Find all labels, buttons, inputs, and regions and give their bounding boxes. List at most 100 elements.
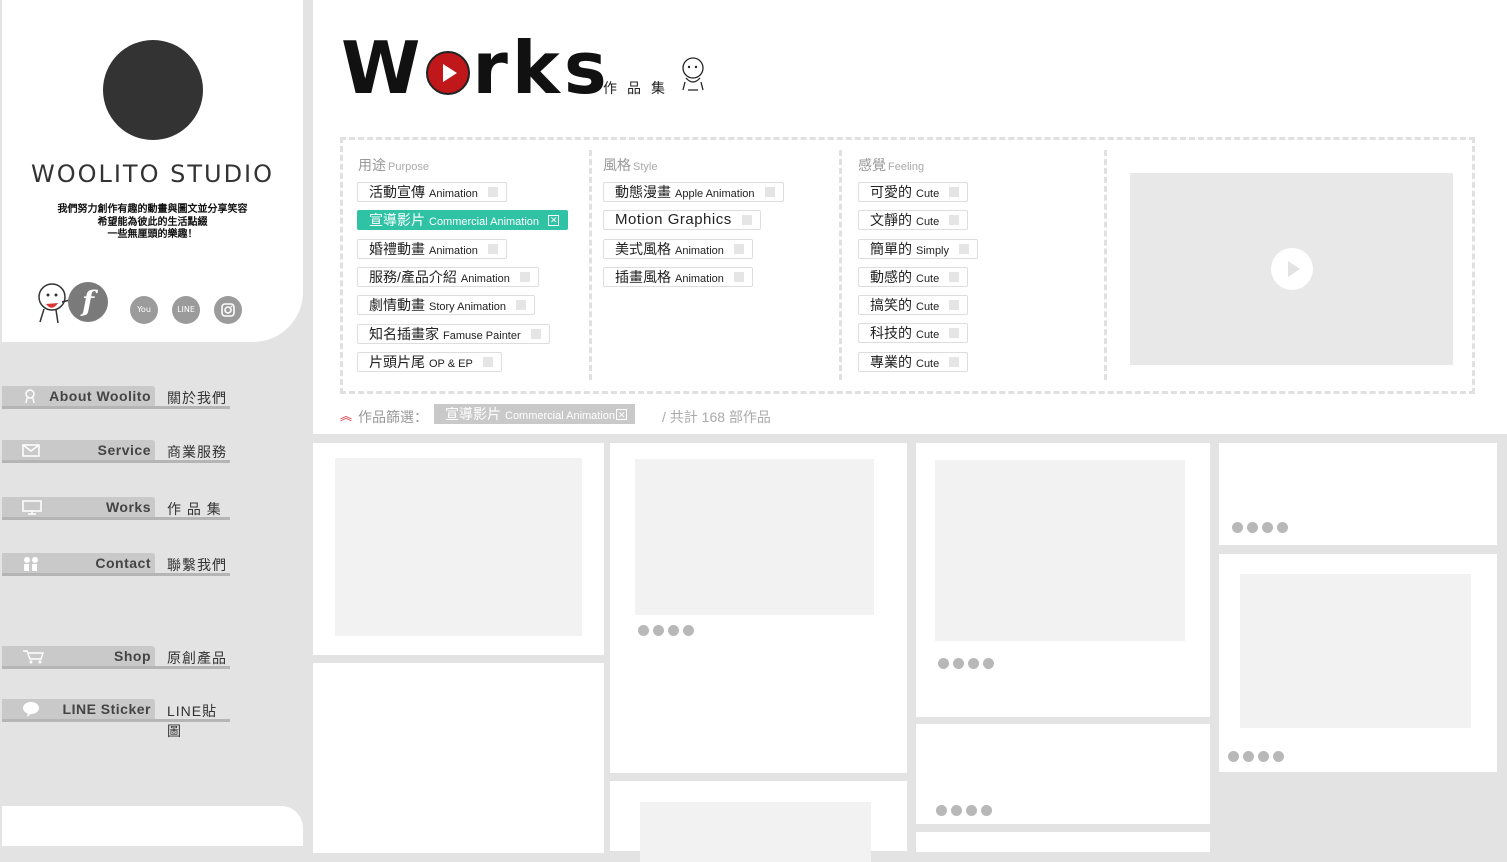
filter-chip[interactable]: 簡單的 Simply [858, 239, 979, 259]
work-card[interactable] [610, 781, 907, 862]
chip-label-zh: 專業的 [870, 354, 912, 370]
checkbox[interactable] [733, 272, 744, 282]
youtube-icon[interactable]: You Tube [130, 296, 158, 342]
loading-dot [1247, 522, 1258, 533]
remove-icon[interactable] [548, 211, 560, 229]
checkbox[interactable] [949, 187, 960, 197]
chip-label-zh: 婚禮動畫 [369, 241, 425, 257]
filter-chip[interactable]: 文靜的 Cute [858, 210, 969, 230]
divider [589, 150, 592, 380]
chip-label-en: Animation [429, 245, 478, 257]
filter-chip[interactable]: 搞笑的 Cute [858, 295, 969, 315]
chip-label-zh: 服務/產品介紹 [369, 269, 457, 285]
checkbox[interactable] [764, 187, 775, 197]
nav-underline [2, 666, 230, 669]
remove-icon[interactable] [616, 405, 628, 425]
filter-chip[interactable]: 動態漫畫 Apple Animation [603, 182, 784, 202]
loading-dot [668, 625, 679, 636]
nav-line-sticker[interactable]: LINE Sticker LINE貼圖 [2, 699, 232, 739]
instagram-icon[interactable] [214, 296, 242, 324]
checkbox[interactable] [741, 215, 752, 225]
work-card[interactable] [1219, 443, 1497, 545]
work-card[interactable] [610, 443, 907, 773]
filter-chip[interactable]: 劇情動畫 Story Animation [357, 295, 536, 315]
filter-chip[interactable]: 專業的 Cute [858, 352, 969, 372]
page-title-zh: 作品集 [603, 80, 675, 96]
chip-label-zh: 劇情動畫 [369, 297, 425, 313]
nav-label-zh: 原創產品 [167, 650, 227, 666]
work-card[interactable] [916, 443, 1210, 717]
checkbox[interactable] [530, 329, 541, 339]
chevron-up-icon[interactable]: ︽ [340, 407, 352, 424]
work-thumbnail [1240, 574, 1471, 728]
nav-underline [2, 460, 230, 463]
chip-label-en: Famuse Painter [443, 330, 521, 342]
selected-filter-chip[interactable]: 宣導影片 Commercial Animation [434, 404, 636, 425]
chip-label-en: Cute [916, 301, 940, 313]
filter-chip[interactable]: 動感的 Cute [858, 267, 969, 287]
loading-dot [983, 658, 994, 669]
work-card[interactable] [313, 663, 604, 853]
nav-works[interactable]: Works 作 品 集 [2, 497, 232, 521]
line-label: LINE [177, 305, 195, 314]
filter-chip[interactable]: Motion Graphics [603, 210, 761, 230]
checkbox[interactable] [959, 244, 970, 254]
chip-label-en: Cute [916, 273, 940, 285]
filter-chip[interactable]: 美式風格 Animation [603, 239, 753, 259]
nav-label-zh: 關於我們 [167, 390, 227, 406]
work-card[interactable] [313, 443, 604, 655]
checkbox[interactable] [487, 187, 498, 197]
chip-label-en: Cute [916, 329, 940, 341]
chip-label-en: Story Animation [429, 301, 507, 313]
checkbox[interactable] [482, 357, 493, 367]
selected-label-zh: 宣導影片 [445, 406, 501, 422]
filter-heading-feeling: 感覺 Feeling [858, 155, 924, 175]
checkbox[interactable] [949, 215, 960, 225]
checkbox[interactable] [487, 244, 498, 254]
chip-label-zh: 動感的 [870, 269, 912, 285]
cart-icon [23, 650, 44, 664]
nav-tab: About Woolito [2, 386, 155, 406]
checkbox[interactable] [949, 272, 960, 282]
checkbox[interactable] [519, 272, 530, 282]
chip-label-en: OP & EP [429, 358, 473, 370]
title-prefix: W [341, 26, 425, 110]
filter-chip[interactable]: 插畫風格 Animation [603, 267, 753, 287]
chip-label-en: Animation [675, 273, 724, 285]
video-preview[interactable] [1130, 173, 1453, 365]
filter-chip[interactable]: 片頭片尾 OP & EP [357, 352, 502, 372]
nav-label-en: Contact [95, 555, 151, 571]
filter-chip[interactable]: 可愛的 Cute [858, 182, 969, 202]
checkbox[interactable] [949, 357, 960, 367]
nav-contact[interactable]: Contact 聯繫我們 [2, 553, 232, 577]
checkbox[interactable] [516, 300, 527, 310]
work-card[interactable] [916, 832, 1210, 852]
checkbox[interactable] [949, 300, 960, 310]
nav-label-zh: 聯繫我們 [167, 557, 227, 573]
heading-en: Purpose [388, 161, 429, 173]
line-icon[interactable]: LINE [172, 296, 200, 324]
checkbox[interactable] [733, 244, 744, 254]
loading-dot [1228, 751, 1239, 762]
work-card[interactable] [916, 724, 1210, 824]
filter-chip[interactable]: 服務/產品介紹 Animation [357, 267, 539, 287]
nav-tab: LINE Sticker [2, 699, 155, 719]
nav-service[interactable]: Service 商業服務 [2, 440, 232, 464]
heading-zh: 風格 [603, 157, 631, 173]
filter-chip[interactable]: 活動宣傳 Animation [357, 182, 507, 202]
mascot-icon [682, 57, 704, 91]
work-card[interactable] [1219, 554, 1497, 772]
filter-chip[interactable]: 科技的 Cute [858, 323, 969, 343]
nav-about[interactable]: About Woolito 關於我們 [2, 386, 232, 410]
filter-chip[interactable]: 婚禮動畫 Animation [357, 239, 507, 259]
mascot-icon [38, 283, 71, 324]
checkbox[interactable] [949, 328, 960, 338]
facebook-icon[interactable]: f [68, 282, 108, 322]
filter-chip-active[interactable]: 宣導影片 Commercial Animation [357, 210, 569, 230]
filter-chip[interactable]: 知名插畫家 Famuse Painter [357, 324, 550, 344]
chip-label-zh: 活動宣傳 [369, 184, 425, 200]
nav-shop[interactable]: Shop 原創產品 [2, 646, 232, 670]
studio-tagline: 我們努力創作有趣的動畫與圖文並分享笑容 希望能為彼此的生活點綴 一些無厘頭的樂趣… [2, 204, 303, 242]
loading-dots [1232, 522, 1288, 533]
play-button-icon[interactable] [1271, 248, 1313, 290]
